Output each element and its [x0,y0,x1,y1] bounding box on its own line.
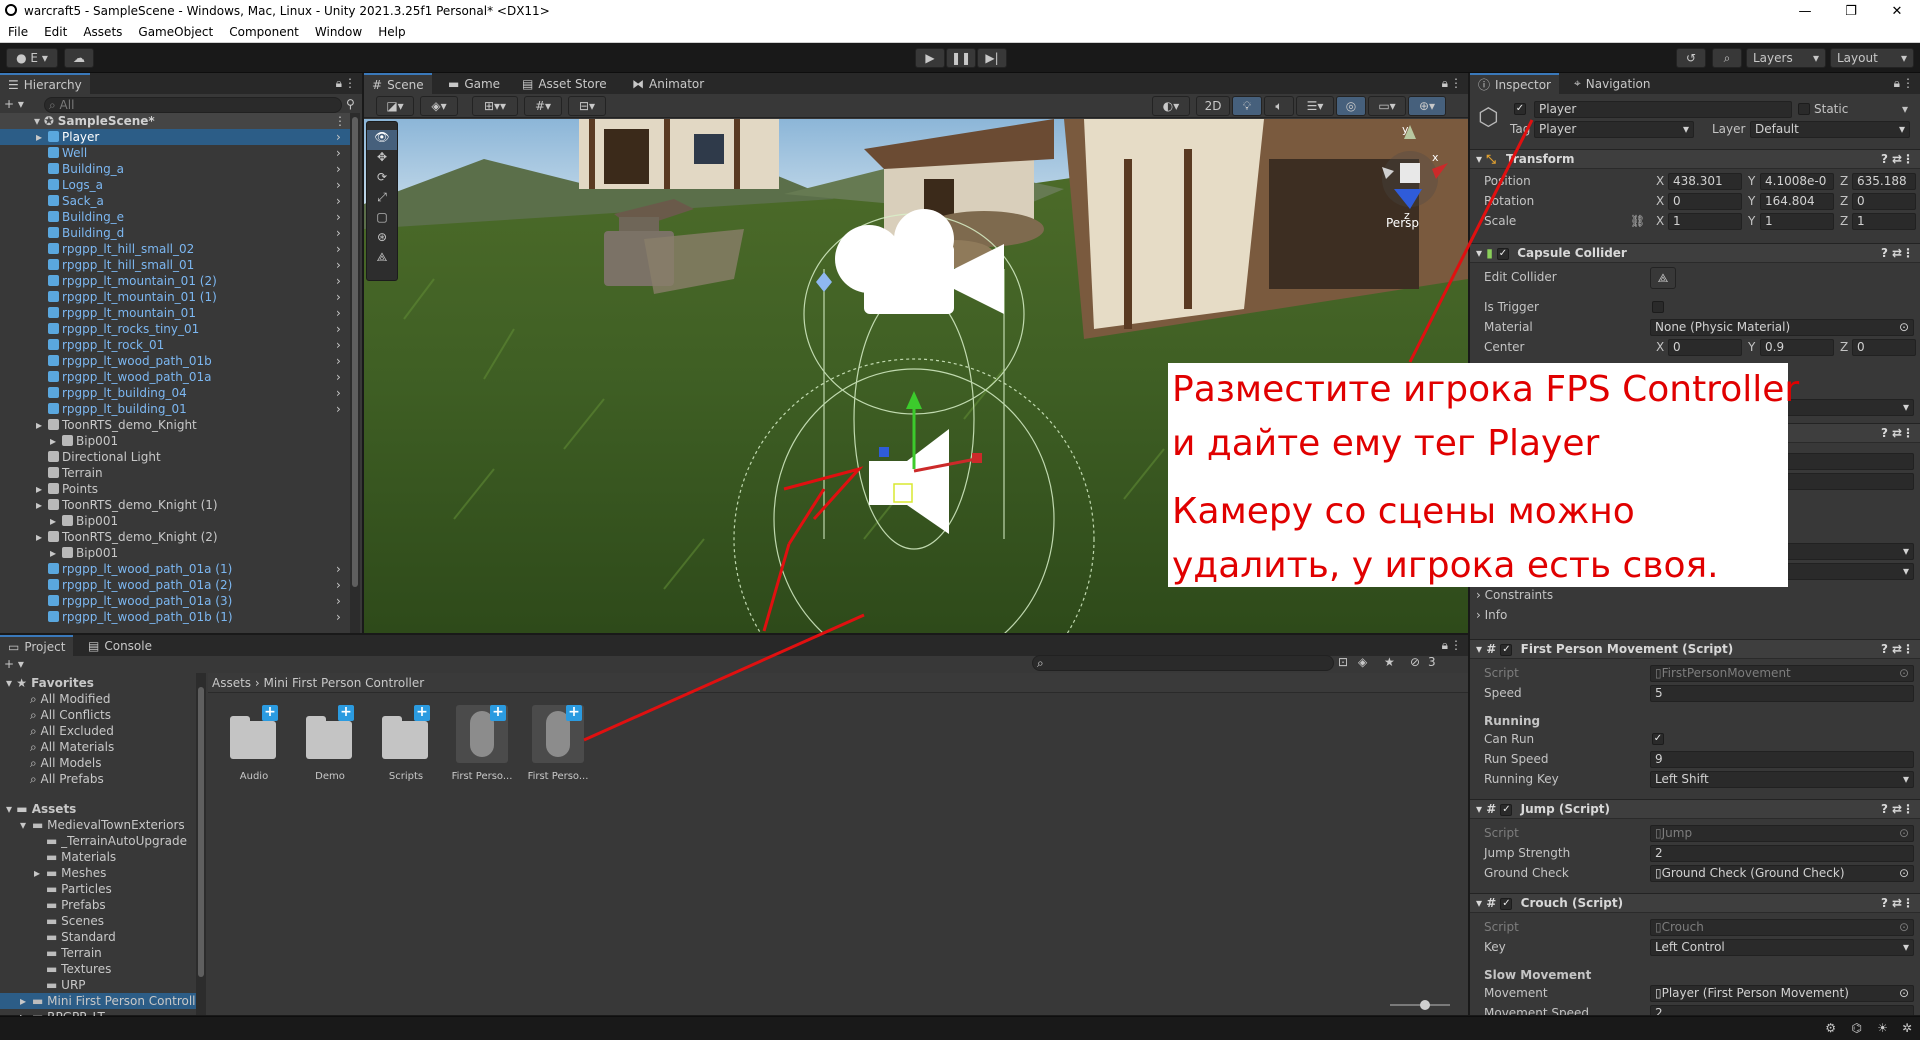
annotation-box: Разместите игрока FPS Controller и дайте… [1168,363,1800,587]
annotation-line-3: Камеру со сцены можно [1172,491,1635,532]
annotation-line-1: Разместите игрока FPS Controller [1172,369,1800,410]
annotation-line-4: удалить, у игрока есть своя. [1172,545,1719,586]
annotation-line-2: и дайте ему тег Player [1172,423,1600,464]
